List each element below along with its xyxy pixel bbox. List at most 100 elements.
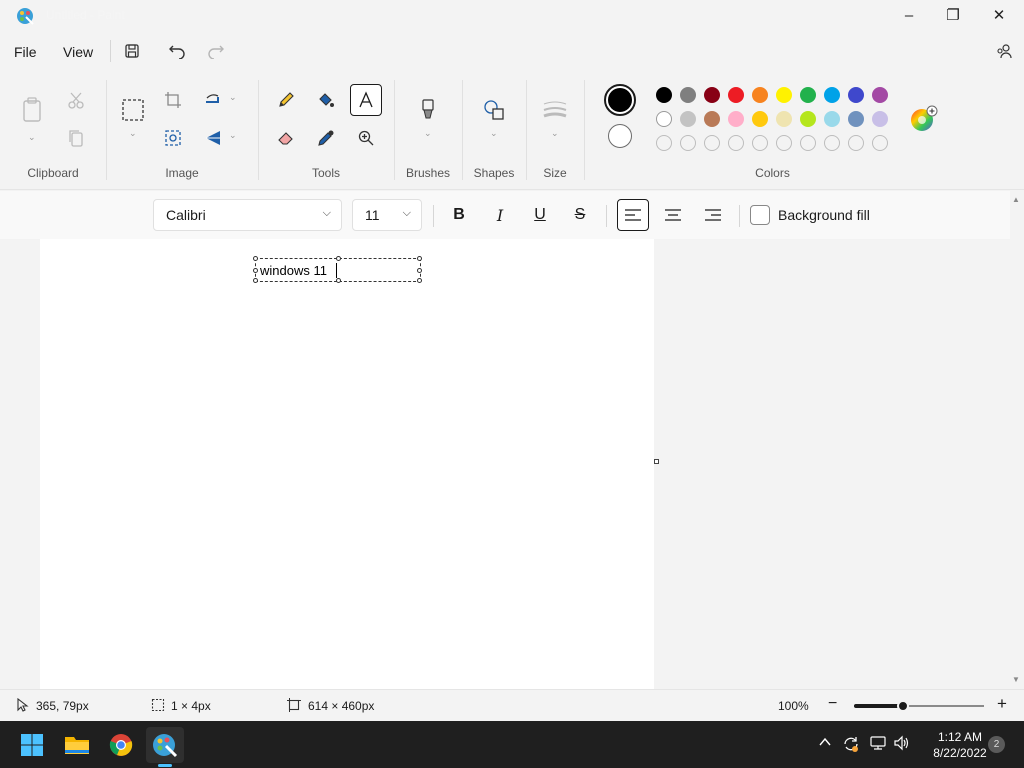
custom-color-slot[interactable] — [776, 135, 792, 151]
color-swatch[interactable] — [752, 87, 768, 103]
custom-color-slot[interactable] — [800, 135, 816, 151]
start-button[interactable] — [13, 727, 51, 763]
shapes-button[interactable] — [478, 94, 510, 126]
text-box[interactable]: windows 11 — [253, 256, 422, 283]
network-button[interactable] — [869, 735, 887, 754]
color-swatch[interactable] — [656, 87, 672, 103]
resize-handle[interactable] — [253, 278, 258, 283]
taskbar-paint[interactable] — [146, 727, 184, 763]
text-button[interactable] — [350, 84, 382, 116]
bold-button[interactable]: B — [443, 199, 475, 231]
color-swatch[interactable] — [848, 87, 864, 103]
color-swatch[interactable] — [704, 87, 720, 103]
select-button[interactable] — [117, 94, 149, 126]
paste-chevron-icon[interactable]: ⌄ — [28, 132, 36, 143]
file-menu[interactable]: File — [14, 44, 37, 60]
resize-handle[interactable] — [253, 256, 258, 261]
maximize-button[interactable]: ❐ — [930, 0, 976, 30]
drawing-canvas[interactable]: windows 11 — [40, 239, 654, 689]
align-right-button[interactable] — [697, 199, 729, 231]
secondary-color[interactable] — [608, 124, 632, 148]
color-swatch[interactable] — [872, 87, 888, 103]
eraser-button[interactable] — [270, 122, 302, 154]
minimize-button[interactable]: – — [886, 0, 932, 30]
resize-handle[interactable] — [253, 268, 258, 273]
scroll-up-icon[interactable]: ▲ — [1012, 195, 1020, 204]
resize-handle[interactable] — [417, 278, 422, 283]
zoom-slider[interactable] — [854, 700, 984, 712]
size-chevron-icon[interactable]: ⌄ — [551, 128, 559, 139]
notification-count-badge[interactable]: 2 — [988, 736, 1005, 753]
select-chevron-icon[interactable]: ⌄ — [129, 128, 137, 139]
rotate-button[interactable] — [197, 84, 229, 116]
brushes-button[interactable] — [412, 94, 444, 126]
custom-color-slot[interactable] — [728, 135, 744, 151]
color-swatch[interactable] — [752, 111, 768, 127]
redo-button[interactable] — [204, 40, 228, 62]
vertical-scrollbar[interactable]: ▲ ▼ — [1010, 191, 1024, 689]
resize-handle[interactable] — [417, 256, 422, 261]
color-swatch[interactable] — [728, 111, 744, 127]
zoom-in-button[interactable]: + — [997, 694, 1007, 714]
color-swatch[interactable] — [680, 87, 696, 103]
magnifier-button[interactable] — [350, 122, 382, 154]
color-swatch[interactable] — [776, 87, 792, 103]
sync-status-button[interactable] — [842, 735, 860, 756]
color-swatch[interactable] — [824, 111, 840, 127]
undo-button[interactable] — [165, 40, 189, 62]
primary-color[interactable] — [604, 84, 636, 116]
background-fill-checkbox[interactable] — [750, 205, 770, 225]
italic-button[interactable]: I — [484, 199, 516, 231]
color-swatch[interactable] — [656, 111, 672, 127]
custom-color-slot[interactable] — [824, 135, 840, 151]
edit-colors-button[interactable] — [909, 104, 939, 134]
zoom-level[interactable]: 100% — [778, 699, 809, 713]
zoom-out-button[interactable]: − — [828, 695, 837, 713]
custom-color-slot[interactable] — [704, 135, 720, 151]
brushes-chevron-icon[interactable]: ⌄ — [424, 128, 432, 139]
account-button[interactable] — [992, 40, 1016, 62]
size-button[interactable] — [539, 94, 571, 126]
underline-button[interactable]: U — [524, 199, 556, 231]
taskbar-file-explorer[interactable] — [58, 727, 96, 763]
save-button[interactable] — [120, 40, 144, 62]
color-swatch[interactable] — [704, 111, 720, 127]
cut-button[interactable] — [60, 84, 92, 116]
strikethrough-button[interactable]: S — [564, 199, 596, 231]
color-swatch[interactable] — [800, 87, 816, 103]
close-button[interactable]: ✕ — [976, 0, 1022, 30]
canvas-resize-handle[interactable] — [654, 459, 659, 464]
scroll-down-icon[interactable]: ▼ — [1012, 675, 1020, 684]
resize-handle[interactable] — [417, 268, 422, 273]
color-swatch[interactable] — [800, 111, 816, 127]
color-swatch[interactable] — [728, 87, 744, 103]
fill-button[interactable] — [310, 84, 342, 116]
custom-color-slot[interactable] — [848, 135, 864, 151]
color-swatch[interactable] — [776, 111, 792, 127]
custom-color-slot[interactable] — [872, 135, 888, 151]
color-swatch[interactable] — [824, 87, 840, 103]
text-box-content[interactable]: windows 11 — [260, 263, 327, 278]
font-size-dropdown[interactable]: 11 ⌵ — [352, 199, 422, 231]
custom-color-slot[interactable] — [656, 135, 672, 151]
show-hidden-icons-button[interactable] — [818, 735, 832, 752]
custom-color-slot[interactable] — [752, 135, 768, 151]
align-left-button[interactable] — [617, 199, 649, 231]
canvas-workspace[interactable]: windows 11 — [0, 239, 1010, 689]
custom-color-slot[interactable] — [680, 135, 696, 151]
taskbar-chrome[interactable] — [102, 727, 140, 763]
align-center-button[interactable] — [657, 199, 689, 231]
flip-button[interactable] — [197, 122, 229, 154]
flip-chevron-icon[interactable]: ⌄ — [229, 130, 237, 141]
zoom-slider-thumb[interactable] — [897, 700, 910, 712]
crop-button[interactable] — [157, 84, 189, 116]
view-menu[interactable]: View — [63, 44, 93, 60]
font-family-dropdown[interactable]: Calibri ⌵ — [153, 199, 342, 231]
color-swatch[interactable] — [680, 111, 696, 127]
shapes-chevron-icon[interactable]: ⌄ — [490, 128, 498, 139]
pencil-button[interactable] — [270, 84, 302, 116]
copy-button[interactable] — [60, 122, 92, 154]
volume-button[interactable] — [893, 735, 911, 754]
resize-handle[interactable] — [336, 256, 341, 261]
color-swatch[interactable] — [872, 111, 888, 127]
